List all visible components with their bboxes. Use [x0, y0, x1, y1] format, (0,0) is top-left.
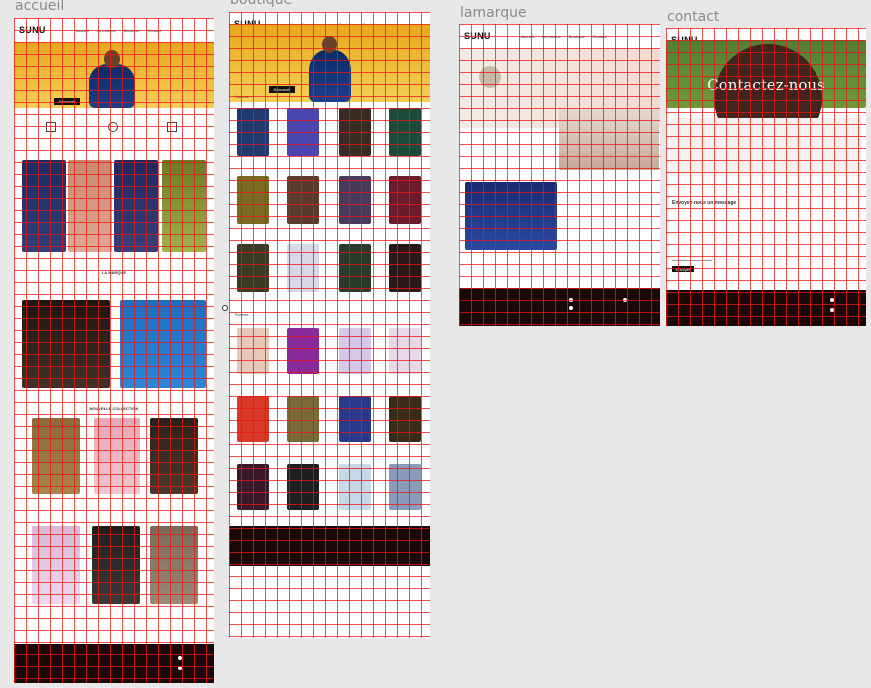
frame-label-boutique: boutique: [230, 0, 293, 8]
social-icon-1[interactable]: [830, 298, 834, 302]
frame-lamarque: SUNU Accueil La marque Boutique Contact: [459, 24, 660, 326]
product-card[interactable]: [339, 464, 371, 510]
nav-link-boutique[interactable]: Boutique: [569, 34, 585, 39]
collection-item-4[interactable]: [32, 526, 80, 604]
social-icon-2[interactable]: [830, 308, 834, 312]
product-card[interactable]: [287, 108, 319, 156]
brand-photo-man: [120, 300, 206, 388]
canvas-handle[interactable]: [222, 305, 228, 311]
footer: [666, 290, 866, 326]
social-icon-1[interactable]: [569, 298, 573, 302]
product-card[interactable]: [339, 176, 371, 224]
product-card[interactable]: [389, 464, 421, 510]
product-card[interactable]: [339, 244, 371, 292]
hero-cta-button[interactable]: Découvrir: [54, 98, 80, 105]
category-card-3[interactable]: [114, 160, 158, 252]
product-card[interactable]: [339, 328, 371, 374]
hero-banner: Découvrir: [14, 42, 214, 108]
brand-heading: LA MARQUE: [101, 270, 127, 275]
collection-item-3[interactable]: [150, 418, 198, 494]
product-card[interactable]: [287, 328, 319, 374]
logo[interactable]: SUNU: [464, 31, 491, 41]
nav-link-accueil[interactable]: Accueil: [521, 34, 534, 39]
product-card[interactable]: [237, 464, 269, 510]
brand-photo-woman: [22, 300, 110, 388]
hero-model-head: [104, 50, 120, 68]
product-card[interactable]: [389, 328, 421, 374]
social-icon-2[interactable]: [178, 666, 182, 670]
product-card[interactable]: [237, 328, 269, 374]
nav-link-boutique[interactable]: Boutique: [124, 28, 140, 33]
category-card-4[interactable]: [162, 160, 206, 252]
contact-hero-title: Contactez-nous: [707, 76, 825, 94]
hero-model: [309, 50, 351, 102]
footer: [14, 644, 214, 683]
frame-label-lamarque: lamarque: [460, 5, 527, 21]
collection-item-2[interactable]: [94, 418, 140, 494]
social-icon-2[interactable]: [569, 306, 573, 310]
section-homme: Homme: [235, 94, 250, 99]
collection-item-1[interactable]: [32, 418, 80, 494]
product-card[interactable]: [237, 396, 269, 442]
map[interactable]: [670, 118, 862, 176]
product-card[interactable]: [389, 396, 421, 442]
logo[interactable]: SUNU: [19, 25, 46, 35]
feature-icon-2: [108, 122, 118, 132]
product-card[interactable]: [287, 176, 319, 224]
footer: [459, 288, 660, 326]
social-icon-3[interactable]: [623, 298, 627, 302]
hero-model-head: [322, 36, 337, 53]
navbar: SUNU Accueil La marque Boutique Contact: [459, 24, 660, 48]
feature-icon-3: [167, 122, 177, 132]
contact-hero-image: Contactez-nous: [666, 40, 866, 152]
send-button[interactable]: Envoyer: [672, 266, 694, 272]
form-title: Envoyez-nous un message: [672, 200, 737, 206]
message-input[interactable]: [672, 256, 712, 261]
product-card[interactable]: [237, 176, 269, 224]
product-card[interactable]: [237, 244, 269, 292]
category-card-1[interactable]: [22, 160, 66, 252]
thread-spool-image: [479, 66, 501, 88]
hero-model: [89, 64, 135, 108]
nav-link-marque[interactable]: La marque: [542, 34, 561, 39]
nav-link-contact[interactable]: Contact: [148, 28, 162, 33]
sewing-machine-image: [559, 108, 659, 170]
nav-link-contact[interactable]: Contact: [593, 34, 607, 39]
section-femme: Femme: [235, 312, 249, 317]
model-photo: [465, 182, 557, 250]
frame-label-contact: contact: [667, 9, 720, 25]
product-card[interactable]: [389, 244, 421, 292]
social-icon-1[interactable]: [178, 656, 182, 660]
product-card[interactable]: [389, 176, 421, 224]
product-card[interactable]: [287, 244, 319, 292]
product-card[interactable]: [237, 108, 269, 156]
product-card[interactable]: [287, 464, 319, 510]
hero-cta-button[interactable]: Découvrir: [269, 86, 295, 93]
hero-banner: Découvrir: [229, 24, 430, 102]
collection-heading: NOUVELLE COLLECTION: [89, 406, 139, 411]
nav-link-marque[interactable]: La marque: [97, 28, 116, 33]
frame-label-accueil: accueil: [15, 0, 65, 14]
frame-boutique: SUNU Accueil La marque Boutique Contact …: [229, 12, 430, 638]
product-card[interactable]: [339, 108, 371, 156]
navbar: SUNU Accueil La marque Boutique Contact: [14, 18, 214, 42]
category-card-2[interactable]: [68, 160, 112, 252]
product-card[interactable]: [389, 108, 421, 156]
frame-accueil: SUNU Accueil La marque Boutique Contact …: [14, 18, 214, 683]
frame-contact: SUNU Accueil La marque Boutique Contact …: [666, 28, 866, 326]
footer: [229, 526, 430, 566]
feature-icon-1: [46, 122, 56, 132]
product-card[interactable]: [339, 396, 371, 442]
product-card[interactable]: [287, 396, 319, 442]
nav-link-accueil[interactable]: Accueil: [76, 28, 89, 33]
collection-item-5[interactable]: [92, 526, 140, 604]
collection-item-6[interactable]: [150, 526, 198, 604]
